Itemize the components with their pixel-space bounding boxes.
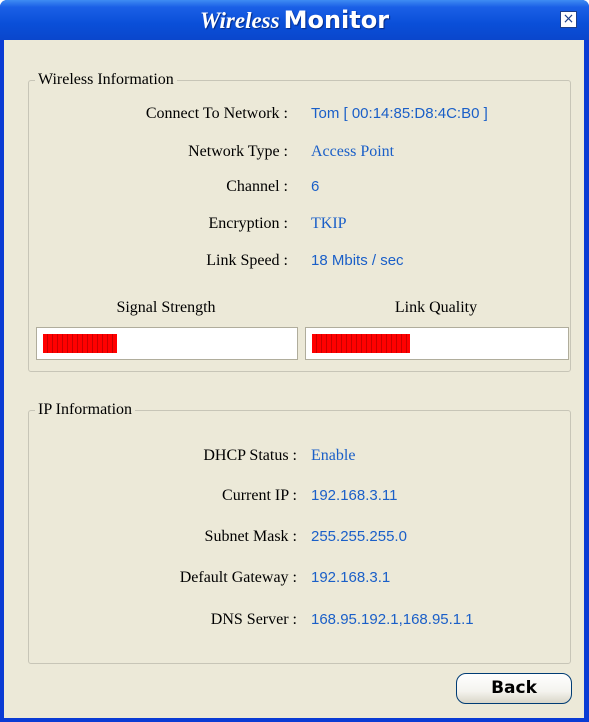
- network-type-value: Access Point: [311, 143, 395, 160]
- close-icon: ×: [562, 11, 575, 27]
- info-row-subnet-mask: Subnet Mask : 255.255.255.0: [4, 526, 589, 548]
- info-row-connect-to-network: Connect To Network : Tom [ 00:14:85:D8:4…: [4, 103, 589, 125]
- dialog-body: Wireless Information Connect To Network …: [4, 40, 584, 718]
- signal-strength-label: Signal Strength: [116, 299, 216, 316]
- info-row-dns-server: DNS Server : 168.95.192.1,168.95.1.1: [4, 609, 589, 631]
- info-row-link-speed: Link Speed : 18 Mbits / sec: [4, 250, 589, 272]
- wireless-monitor-window: Wireless Monitor × Wireless Information …: [0, 0, 589, 722]
- dns-server-value: 168.95.192.1,168.95.1.1: [311, 611, 474, 628]
- link-speed-value: 18 Mbits / sec: [311, 252, 404, 269]
- encryption-value: TKIP: [311, 215, 347, 232]
- link-speed-label: Link Speed :: [206, 252, 288, 269]
- dhcp-status-label: DHCP Status :: [203, 447, 297, 464]
- channel-label: Channel :: [226, 178, 288, 195]
- current-ip-label: Current IP :: [222, 487, 297, 504]
- dhcp-status-value: Enable: [311, 447, 356, 464]
- window-title: Wireless Monitor: [0, 0, 589, 40]
- info-row-encryption: Encryption : TKIP: [4, 213, 589, 235]
- dns-server-label: DNS Server :: [210, 611, 297, 628]
- link-quality-meter: [305, 327, 569, 360]
- info-row-current-ip: Current IP : 192.168.3.11: [4, 485, 589, 507]
- info-row-dhcp-status: DHCP Status : Enable: [4, 445, 589, 467]
- wireless-information-title: Wireless Information: [35, 70, 177, 90]
- back-button[interactable]: Back: [456, 673, 572, 704]
- connect-to-network-label: Connect To Network :: [145, 105, 288, 122]
- info-row-channel: Channel : 6: [4, 176, 589, 198]
- signal-strength-meter: [36, 327, 298, 360]
- current-ip-value: 192.168.3.11: [311, 487, 398, 504]
- default-gateway-value: 192.168.3.1: [311, 569, 391, 586]
- info-row-network-type: Network Type : Access Point: [4, 141, 589, 163]
- default-gateway-label: Default Gateway :: [179, 569, 297, 586]
- title-wireless-text: Wireless: [199, 8, 280, 33]
- link-quality-bar: [312, 334, 410, 353]
- subnet-mask-value: 255.255.255.0: [311, 528, 407, 545]
- link-quality-label: Link Quality: [394, 299, 478, 316]
- title-bar[interactable]: Wireless Monitor ×: [0, 0, 589, 40]
- encryption-label: Encryption :: [208, 215, 288, 232]
- connect-to-network-value: Tom [ 00:14:85:D8:4C:B0 ]: [311, 105, 488, 122]
- network-type-label: Network Type :: [188, 143, 288, 160]
- title-monitor-text: Monitor: [283, 6, 390, 34]
- close-button[interactable]: ×: [560, 11, 577, 28]
- signal-strength-bar: [43, 334, 117, 353]
- channel-value: 6: [311, 178, 320, 195]
- subnet-mask-label: Subnet Mask :: [204, 528, 297, 545]
- ip-information-title: IP Information: [35, 400, 136, 420]
- info-row-default-gateway: Default Gateway : 192.168.3.1: [4, 567, 589, 589]
